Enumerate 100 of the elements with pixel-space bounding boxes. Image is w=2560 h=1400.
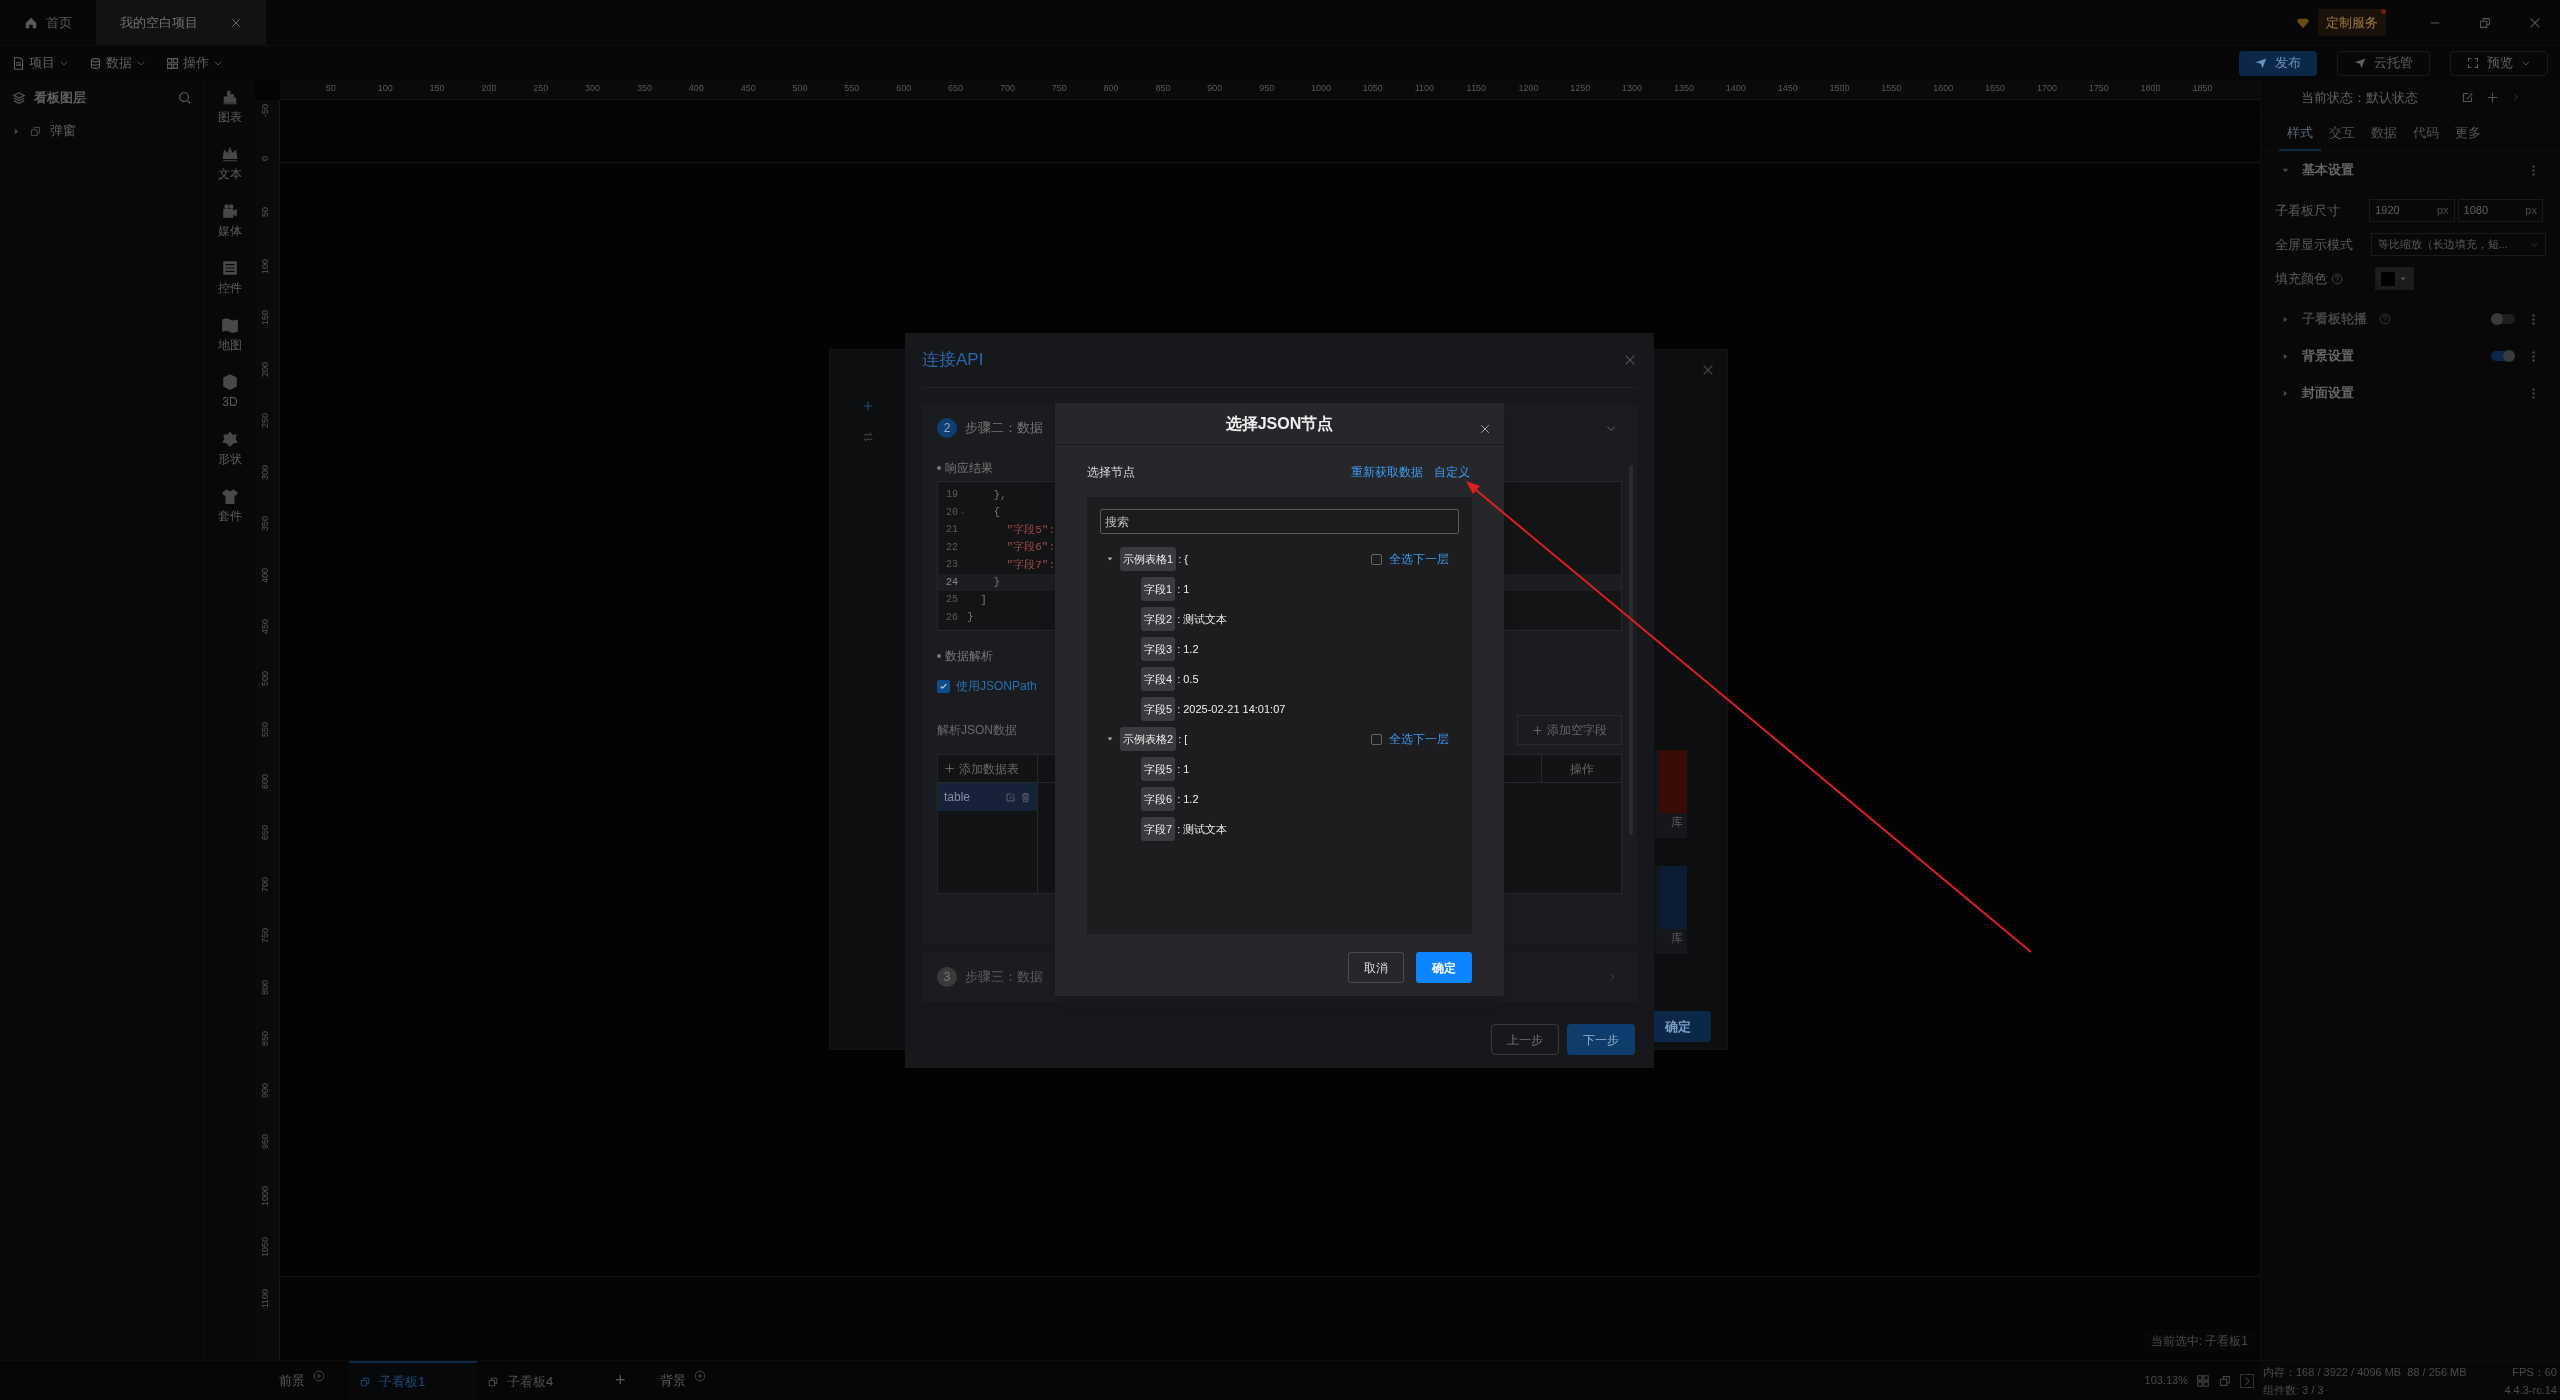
step-title: 步骤二：数据: [965, 419, 1043, 438]
node-key[interactable]: 示例表格1: [1120, 547, 1177, 571]
panel-title: 看板图层: [34, 88, 87, 107]
layer-tab[interactable]: 前景: [255, 1361, 349, 1400]
menu-item[interactable]: 操作: [166, 53, 223, 73]
tool-button[interactable]: 3D: [221, 373, 239, 411]
section-label: 数据解析: [945, 648, 993, 665]
search-field[interactable]: 搜索: [1100, 509, 1459, 534]
add-field-button[interactable]: 添加空字段: [1517, 715, 1622, 745]
ruler-label: 750: [261, 928, 270, 944]
tool-button[interactable]: 文本: [218, 145, 242, 183]
tab[interactable]: 更多: [2447, 116, 2489, 151]
node-key[interactable]: 字段3: [1141, 637, 1176, 661]
field-label: 子看板尺寸: [2275, 201, 2340, 220]
ruler-label: 100: [261, 258, 270, 274]
section-title: 封面设置: [2302, 384, 2354, 403]
menu-item[interactable]: 项目: [12, 53, 69, 73]
tool-button[interactable]: 套件: [218, 487, 242, 525]
link[interactable]: 自定义: [1434, 463, 1470, 481]
node-key[interactable]: 字段5: [1141, 757, 1176, 781]
board-tab[interactable]: 子看板4: [477, 1361, 605, 1400]
tool-button[interactable]: 地图: [218, 316, 242, 354]
ruler-label: 700: [261, 876, 270, 892]
ruler-label: 900: [261, 1082, 270, 1098]
tab[interactable]: 我的空白项目: [96, 0, 266, 45]
ruler-label: 1300: [1622, 84, 1643, 93]
ruler-label: 550: [844, 84, 860, 93]
number-field[interactable]: 1920 px: [2369, 199, 2455, 222]
link[interactable]: 重新获取数据: [1351, 463, 1423, 481]
checkbox-label: 使用JSONPath: [956, 678, 1037, 695]
ruler-label: 550: [261, 722, 270, 738]
node-value: : 1.2: [1177, 791, 1199, 807]
dropdown[interactable]: 等比缩放（长边填充，短...: [2370, 233, 2546, 256]
publish-button[interactable]: 发布: [2239, 50, 2317, 76]
tab[interactable]: 样式: [2279, 116, 2321, 151]
ruler-label: 200: [481, 84, 497, 93]
code-text: "字段6":: [1005, 540, 1055, 555]
ruler-label: 1100: [1414, 84, 1435, 93]
memory-usage: 内存：168 / 3922 / 4096 MB 88 / 256 MB: [2263, 1365, 2468, 1380]
add-board-button[interactable]: +: [605, 1361, 636, 1400]
ruler-label: 1050: [1362, 84, 1383, 93]
node-value: : 测试文本: [1177, 611, 1228, 627]
number-field[interactable]: 1080 px: [2457, 199, 2543, 222]
tab[interactable]: 首页: [0, 0, 96, 45]
node-key[interactable]: 字段2: [1141, 607, 1176, 631]
ruler-label: 600: [896, 84, 912, 93]
ruler-label: 150: [429, 84, 445, 93]
tab[interactable]: 数据: [2363, 116, 2405, 151]
layer-item[interactable]: 弹窗: [0, 116, 204, 146]
cancel-button[interactable]: 取消: [1348, 952, 1404, 983]
column-header: 操作: [1541, 755, 1621, 782]
node-value: : 1: [1177, 581, 1190, 597]
node-value: : 0.5: [1177, 671, 1199, 687]
custom-service-button[interactable]: 定制服务: [2318, 8, 2386, 37]
datasource-card[interactable]: 库: [1655, 750, 1687, 838]
ruler-label: 650: [948, 84, 964, 93]
confirm-button[interactable]: 确定: [1416, 952, 1472, 983]
tab[interactable]: 交互: [2321, 116, 2363, 151]
tool-button[interactable]: 控件: [218, 259, 242, 297]
previous-button[interactable]: 上一步: [1491, 1024, 1559, 1055]
section-label: 选择节点: [1087, 464, 1135, 481]
datasource-card[interactable]: 库: [1655, 866, 1687, 954]
cloud-host-button[interactable]: 云托管: [2337, 50, 2430, 76]
ruler-label: 1000: [261, 1185, 270, 1206]
ruler-label: 750: [1051, 84, 1067, 93]
ruler-label: 800: [261, 979, 270, 995]
layer-tab[interactable]: 背景: [635, 1361, 730, 1400]
version-label: 4.4.3-rc.14: [2504, 1383, 2557, 1398]
card-label: 库: [1671, 814, 1684, 831]
node-key[interactable]: 字段7: [1141, 817, 1176, 841]
ruler-label: 1650: [1985, 84, 2006, 93]
ruler-label: 250: [533, 84, 549, 93]
component-count: 组件数: 3 / 3: [2263, 1383, 2325, 1398]
dialog-title: 连接API: [922, 349, 984, 372]
code-text: },: [992, 487, 1007, 503]
ruler-label: 850: [261, 1031, 270, 1047]
tool-button[interactable]: 媒体: [218, 202, 242, 240]
field-label: 填充颜色: [2275, 269, 2327, 288]
table-list-item[interactable]: table: [938, 783, 1037, 811]
section-title: 子看板轮播: [2302, 310, 2367, 329]
node-key[interactable]: 字段1: [1141, 577, 1176, 601]
preview-button[interactable]: 预览: [2450, 50, 2548, 76]
ruler-label: 400: [688, 84, 704, 93]
section-title: 基本设置: [2302, 161, 2354, 180]
ruler-label: 350: [261, 516, 270, 532]
node-key[interactable]: 字段6: [1141, 787, 1176, 811]
checkbox-label[interactable]: 全选下一层: [1389, 550, 1449, 568]
tab[interactable]: 代码: [2405, 116, 2447, 151]
node-key[interactable]: 示例表格2: [1120, 727, 1177, 751]
node-key[interactable]: 字段4: [1141, 667, 1176, 691]
ruler-label: 1350: [1673, 84, 1694, 93]
state-label: 当前状态：默认状态: [2301, 88, 2419, 107]
ruler-label: 1000: [1311, 84, 1332, 93]
next-button[interactable]: 下一步: [1567, 1024, 1635, 1055]
node-key[interactable]: 字段5: [1141, 697, 1176, 721]
checkbox-label[interactable]: 全选下一层: [1389, 730, 1449, 748]
ruler-label: 900: [1207, 84, 1223, 93]
tool-button[interactable]: 图表: [218, 88, 242, 126]
tool-button[interactable]: 形状: [218, 430, 242, 468]
menu-item[interactable]: 数据: [89, 53, 146, 73]
